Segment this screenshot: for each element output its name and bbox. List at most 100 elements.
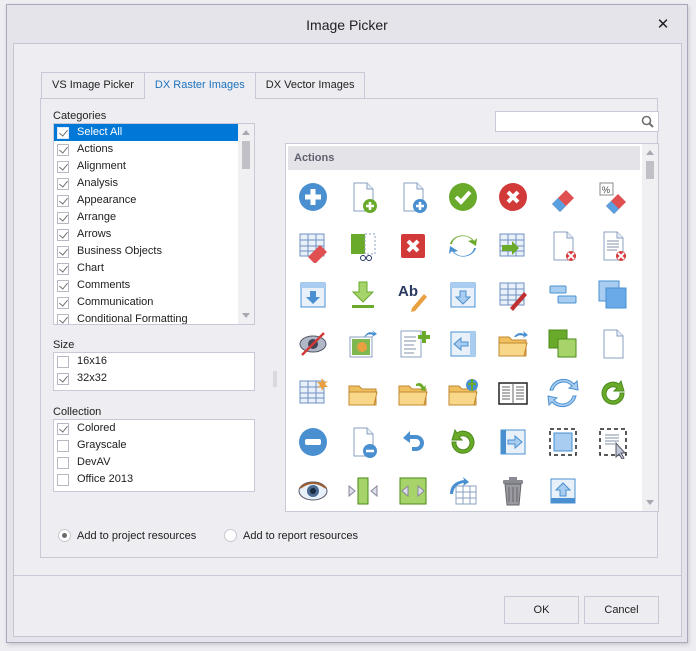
gallery-item[interactable] — [438, 319, 488, 368]
list-item[interactable]: Business Objects — [54, 243, 254, 260]
scroll-up-icon[interactable] — [242, 130, 250, 135]
list-item[interactable]: Actions — [54, 141, 254, 158]
gallery-item[interactable] — [338, 368, 388, 417]
list-item[interactable]: 32x32 — [54, 370, 254, 387]
list-item[interactable]: 16x16 — [54, 353, 254, 370]
gallery-item[interactable] — [388, 172, 438, 221]
gallery-item[interactable] — [338, 172, 388, 221]
checkbox[interactable] — [57, 177, 69, 190]
gallery-item[interactable] — [288, 417, 338, 466]
checkbox[interactable] — [57, 473, 69, 486]
gallery-item[interactable] — [338, 466, 388, 511]
scroll-thumb[interactable] — [242, 141, 250, 169]
list-item[interactable]: Alignment — [54, 158, 254, 175]
close-icon[interactable]: ✕ — [655, 17, 671, 33]
list-item[interactable]: Select All — [54, 124, 254, 141]
list-item[interactable]: Comments — [54, 277, 254, 294]
checkbox[interactable] — [57, 194, 69, 207]
scroll-down-icon[interactable] — [242, 313, 250, 318]
gallery-item[interactable] — [538, 221, 588, 270]
gallery-item[interactable] — [388, 417, 438, 466]
gallery-item[interactable] — [338, 417, 388, 466]
tab-vs-image-picker[interactable]: VS Image Picker — [41, 72, 145, 98]
gallery-item[interactable] — [438, 417, 488, 466]
gallery-item[interactable] — [388, 221, 438, 270]
checkbox[interactable] — [57, 143, 69, 156]
gallery-item[interactable] — [588, 319, 638, 368]
checkbox[interactable] — [57, 126, 69, 139]
scroll-down-icon[interactable] — [646, 500, 654, 505]
gallery-item[interactable] — [538, 172, 588, 221]
gallery-item[interactable] — [288, 368, 338, 417]
splitter-handle[interactable] — [273, 371, 277, 387]
list-item[interactable]: Grayscale — [54, 437, 254, 454]
gallery-item[interactable] — [538, 368, 588, 417]
list-item[interactable]: DevAV — [54, 454, 254, 471]
list-item[interactable]: Chart — [54, 260, 254, 277]
list-item[interactable]: Arrange — [54, 209, 254, 226]
gallery-item[interactable] — [488, 172, 538, 221]
list-item[interactable]: Analysis — [54, 175, 254, 192]
gallery-item[interactable] — [588, 221, 638, 270]
categories-scrollbar[interactable] — [238, 124, 254, 324]
gallery-item[interactable] — [538, 417, 588, 466]
gallery-item[interactable] — [488, 319, 538, 368]
gallery-item[interactable] — [488, 221, 538, 270]
gallery-item[interactable] — [338, 270, 388, 319]
tab-dx-vector-images[interactable]: DX Vector Images — [254, 72, 366, 98]
gallery-item[interactable] — [288, 319, 338, 368]
gallery-item[interactable]: % — [588, 172, 638, 221]
radio-button[interactable] — [58, 529, 71, 542]
checkbox[interactable] — [57, 245, 69, 258]
gallery-scrollbar[interactable] — [642, 144, 658, 511]
checkbox[interactable] — [57, 296, 69, 309]
collection-list[interactable]: Colored Grayscale DevAV Office 2013 — [53, 419, 255, 492]
search-box[interactable] — [495, 111, 659, 132]
list-item[interactable]: Office 2013 — [54, 471, 254, 488]
checkbox[interactable] — [57, 422, 69, 435]
gallery-item[interactable] — [388, 319, 438, 368]
gallery-item[interactable] — [488, 466, 538, 511]
list-item[interactable]: Communication — [54, 294, 254, 311]
checkbox[interactable] — [57, 313, 69, 324]
gallery-item[interactable] — [488, 417, 538, 466]
gallery-item[interactable] — [538, 319, 588, 368]
gallery-item[interactable] — [488, 368, 538, 417]
scroll-up-icon[interactable] — [646, 150, 654, 155]
list-item[interactable]: Arrows — [54, 226, 254, 243]
gallery-item[interactable] — [338, 319, 388, 368]
checkbox[interactable] — [57, 355, 69, 368]
checkbox[interactable] — [57, 456, 69, 469]
tab-dx-raster-images[interactable]: DX Raster Images — [143, 72, 256, 99]
gallery-item[interactable] — [488, 270, 538, 319]
gallery-item[interactable] — [288, 172, 338, 221]
gallery-item[interactable] — [538, 466, 588, 511]
project-resources-radio[interactable]: Add to project resources — [58, 529, 196, 542]
ok-button[interactable]: OK — [504, 596, 579, 624]
gallery-item[interactable] — [388, 466, 438, 511]
checkbox[interactable] — [57, 279, 69, 292]
gallery-item[interactable] — [438, 221, 488, 270]
gallery-item[interactable] — [288, 270, 338, 319]
radio-button[interactable] — [224, 529, 237, 542]
search-icon[interactable] — [641, 115, 654, 128]
checkbox[interactable] — [57, 439, 69, 452]
gallery-item[interactable] — [438, 368, 488, 417]
list-item[interactable]: Appearance — [54, 192, 254, 209]
checkbox[interactable] — [57, 211, 69, 224]
report-resources-radio[interactable]: Add to report resources — [224, 529, 358, 542]
categories-list[interactable]: Select All Actions Alignment Analysis Appear… — [53, 123, 255, 325]
checkbox[interactable] — [57, 262, 69, 275]
gallery-item[interactable] — [438, 466, 488, 511]
scroll-thumb[interactable] — [646, 161, 654, 179]
gallery-item[interactable]: Ab — [388, 270, 438, 319]
gallery-item[interactable] — [588, 270, 638, 319]
list-item[interactable]: Colored — [54, 420, 254, 437]
gallery-item[interactable] — [438, 270, 488, 319]
checkbox[interactable] — [57, 160, 69, 173]
search-input[interactable] — [496, 112, 636, 131]
gallery-item[interactable] — [588, 417, 638, 466]
cancel-button[interactable]: Cancel — [584, 596, 659, 624]
gallery-item[interactable] — [588, 368, 638, 417]
checkbox[interactable] — [57, 228, 69, 241]
